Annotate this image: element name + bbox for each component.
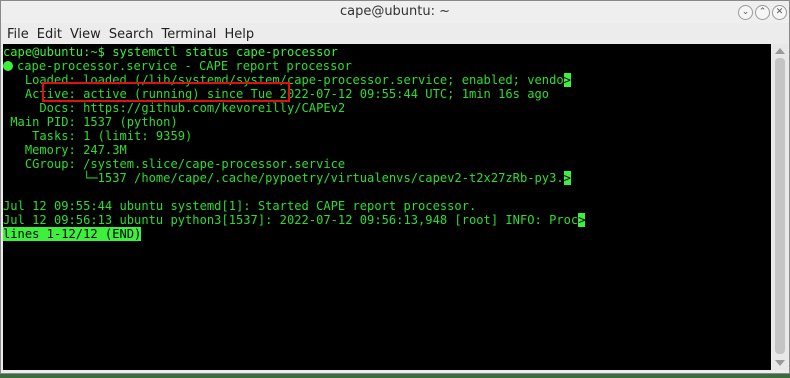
menu-search[interactable]: Search xyxy=(105,24,158,45)
truncation-marker: > xyxy=(578,213,586,227)
menu-help[interactable]: Help xyxy=(220,24,258,45)
scroll-up-icon[interactable] xyxy=(775,48,785,54)
scroll-down-icon[interactable] xyxy=(775,360,785,366)
menu-edit[interactable]: Edit xyxy=(33,24,66,45)
title-bar[interactable]: cape@ubuntu: ~ ⌄ ⌃ ✕ xyxy=(1,1,789,23)
tasks-line: Tasks: 1 (limit: 9359) xyxy=(3,129,193,143)
menu-bar: File Edit View Search Terminal Help xyxy=(1,23,789,44)
active-status-highlight xyxy=(42,82,290,102)
truncation-marker: > xyxy=(563,73,571,87)
terminal-output[interactable]: cape@ubuntu:~$ systemctl status cape-pro… xyxy=(3,44,771,370)
close-button[interactable]: ✕ xyxy=(772,5,787,20)
service-line: cape-processor.service - CAPE report pro… xyxy=(3,59,352,73)
memory-line: Memory: 247.3M xyxy=(3,143,127,157)
command-line: cape@ubuntu:~$ systemctl status cape-pro… xyxy=(3,45,338,59)
log-line: Jul 12 09:56:13 ubuntu python3[1537]: 20… xyxy=(3,213,586,227)
vertical-scrollbar[interactable] xyxy=(772,44,788,370)
chevron-down-icon: ⌄ xyxy=(741,7,750,17)
cgroup-child-line: └─1537 /home/cape/.cache/pypoetry/virtua… xyxy=(3,171,571,185)
cgroup-child-text: └─1537 /home/cape/.cache/pypoetry/virtua… xyxy=(3,171,564,185)
service-title: cape-processor.service - CAPE report pro… xyxy=(17,59,352,73)
truncation-marker: > xyxy=(563,171,571,185)
scrollbar-thumb[interactable] xyxy=(775,58,785,354)
pager-status: lines 1-12/12 (END) xyxy=(3,227,142,241)
maximize-button[interactable]: ⌃ xyxy=(755,5,770,20)
close-icon: ✕ xyxy=(775,7,784,17)
menu-view[interactable]: View xyxy=(66,24,105,45)
chevron-up-icon: ⌃ xyxy=(758,7,767,17)
docs-line: Docs: https://github.com/kevoreilly/CAPE… xyxy=(3,101,346,115)
main-pid-line: Main PID: 1537 (python) xyxy=(3,115,178,129)
pager-status-line: lines 1-12/12 (END) xyxy=(3,227,142,241)
window-title: cape@ubuntu: ~ xyxy=(339,4,451,19)
log-text: Jul 12 09:56:13 ubuntu python3[1537]: 20… xyxy=(3,213,579,227)
terminal-window: cape@ubuntu: ~ ⌄ ⌃ ✕ File Edit View Search T… xyxy=(0,0,790,374)
cgroup-line: CGroup: /system.slice/cape-processor.ser… xyxy=(3,157,346,171)
status-dot-icon xyxy=(3,61,13,71)
menu-terminal[interactable]: Terminal xyxy=(157,24,220,45)
minimize-button[interactable]: ⌄ xyxy=(738,5,753,20)
menu-file[interactable]: File xyxy=(1,24,33,45)
log-line: Jul 12 09:55:44 ubuntu systemd[1]: Start… xyxy=(3,199,477,213)
